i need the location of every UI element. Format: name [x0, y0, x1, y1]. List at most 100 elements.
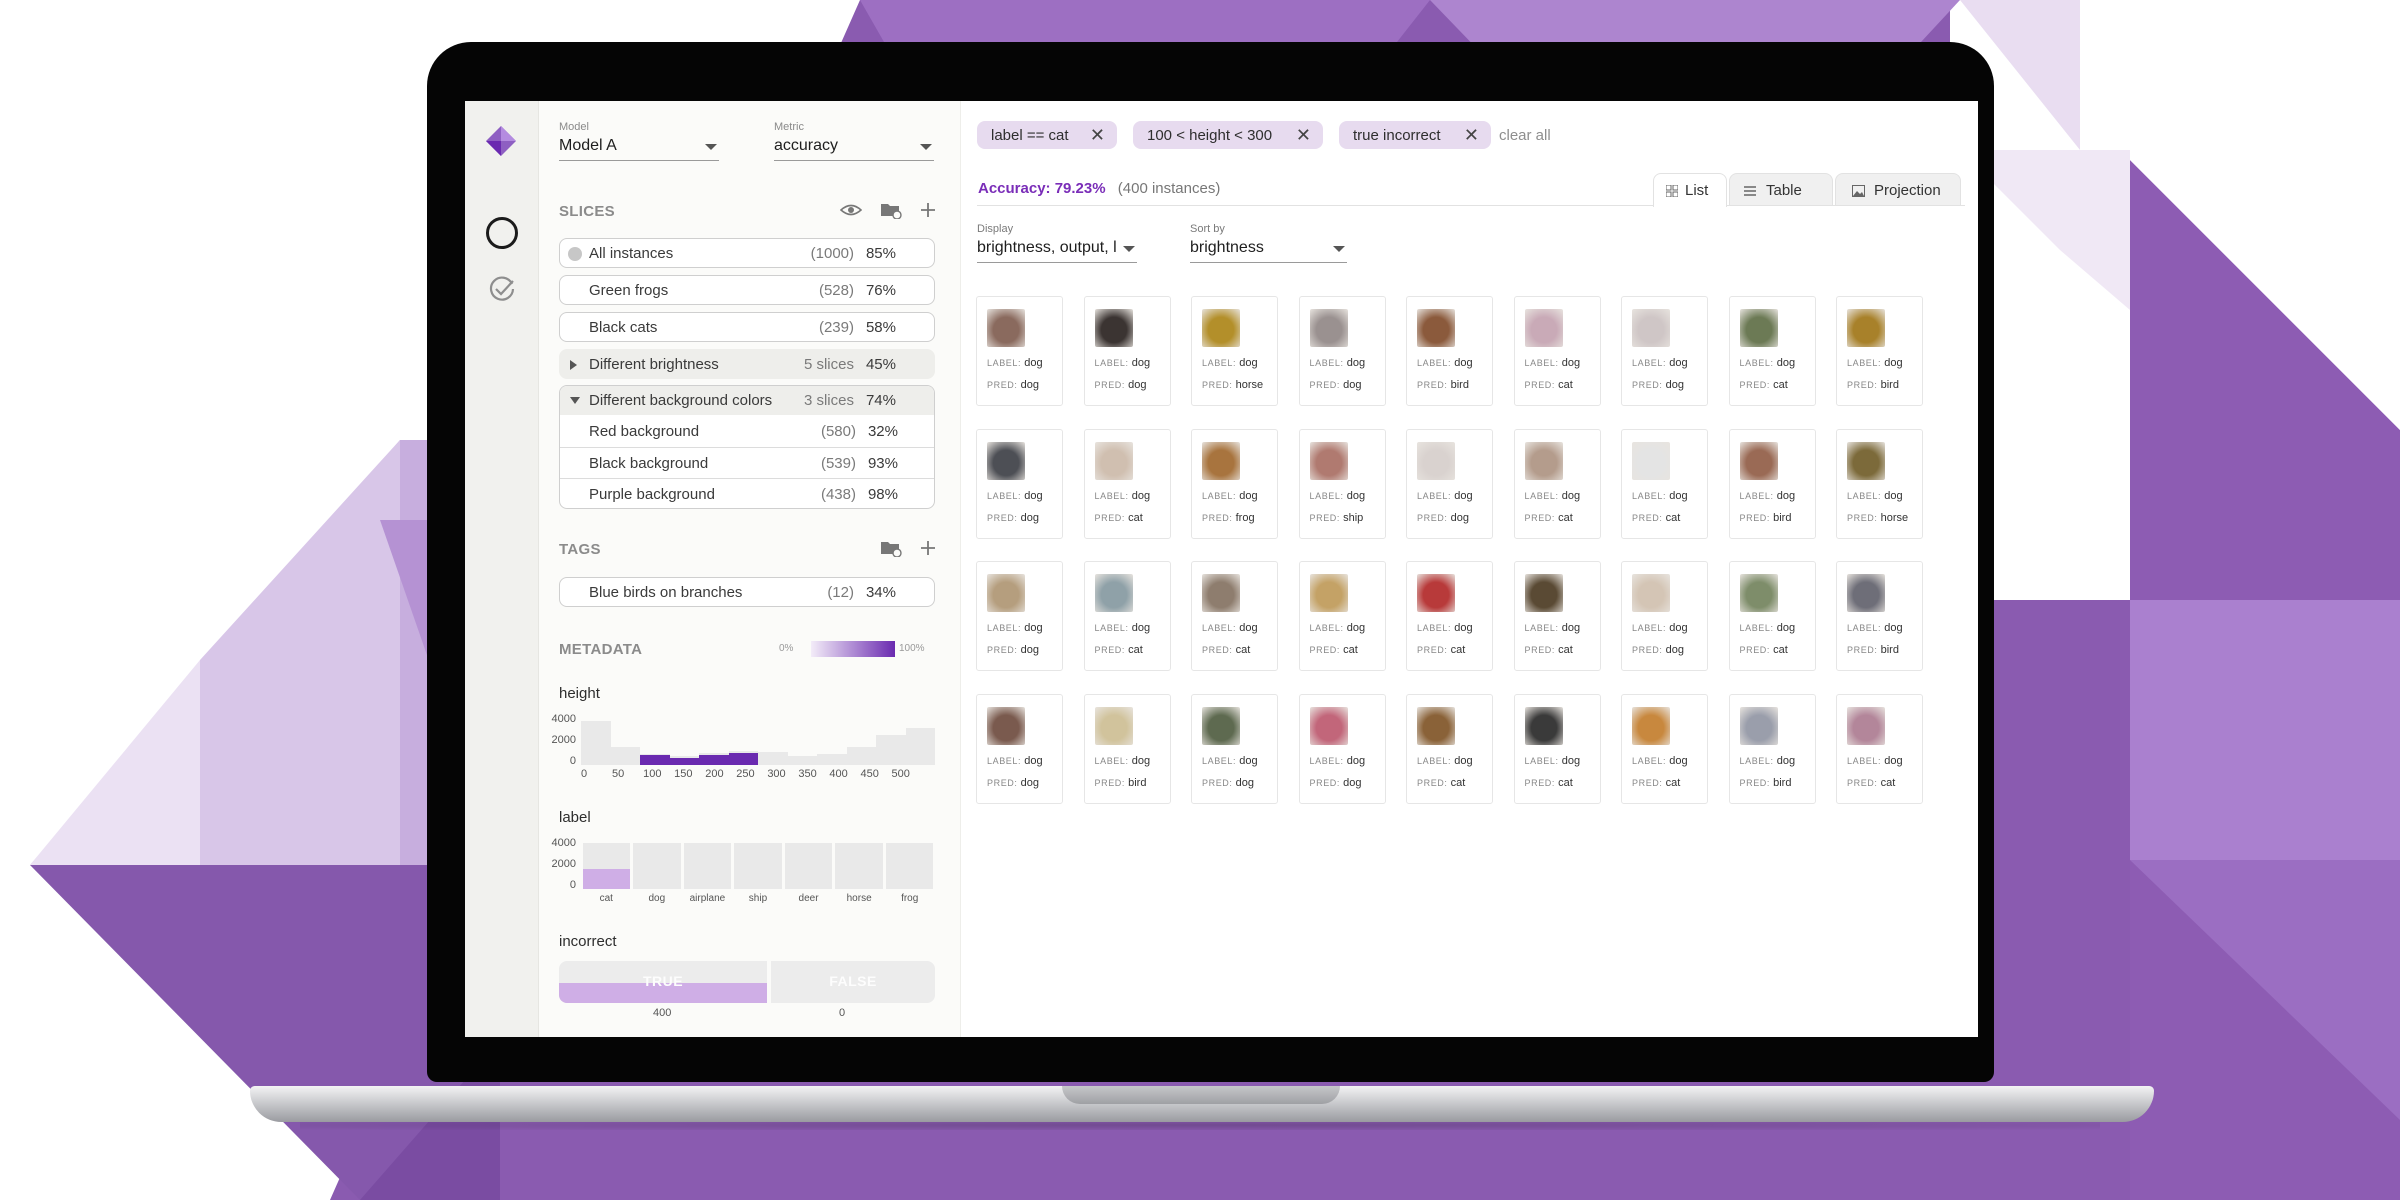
instance-thumbnail[interactable] — [987, 574, 1025, 612]
add-slice-icon[interactable] — [920, 202, 936, 218]
instance-card[interactable]: LABEL: dog PRED: horse — [1836, 428, 1923, 539]
histogram-bar[interactable] — [905, 728, 935, 765]
instance-thumbnail[interactable] — [1309, 706, 1348, 745]
instance-thumbnail[interactable] — [987, 706, 1025, 745]
instance-card[interactable]: LABEL: dog PRED: cat — [1728, 296, 1816, 406]
instance-thumbnail[interactable] — [1309, 574, 1348, 612]
instance-card[interactable]: LABEL: dog PRED: ship — [1298, 428, 1386, 539]
close-icon[interactable]: ✕ — [1090, 125, 1105, 146]
instance-thumbnail[interactable] — [1524, 574, 1563, 612]
explore-nav-icon[interactable] — [486, 217, 518, 249]
histogram-bar[interactable] — [683, 843, 732, 889]
histogram-bar[interactable] — [734, 843, 782, 889]
tag-blue-birds[interactable]: Blue birds on branches (12) 34% — [559, 577, 935, 607]
instance-thumbnail[interactable] — [1202, 706, 1240, 745]
instance-thumbnail[interactable] — [1417, 441, 1455, 480]
clear-all-link[interactable]: clear all — [1499, 127, 1551, 144]
instance-card[interactable]: LABEL: dog PRED: cat — [1406, 693, 1493, 804]
instance-card[interactable]: LABEL: dog PRED: dog — [1298, 296, 1386, 406]
instance-card[interactable]: LABEL: dog PRED: dog — [1298, 693, 1386, 804]
instance-thumbnail[interactable] — [1739, 441, 1778, 480]
instance-thumbnail[interactable] — [1094, 441, 1133, 480]
instance-card[interactable]: LABEL: dog PRED: cat — [1728, 561, 1816, 671]
instance-thumbnail[interactable] — [1417, 309, 1455, 347]
slice-green-frogs[interactable]: Green frogs (528) 76% — [559, 275, 935, 305]
histogram-bar[interactable] — [846, 747, 876, 765]
slice-all-instances[interactable]: All instances (1000) 85% — [559, 238, 935, 268]
instance-card[interactable]: LABEL: dog PRED: horse — [1191, 296, 1278, 406]
instance-thumbnail[interactable] — [1739, 574, 1778, 612]
instance-thumbnail[interactable] — [1202, 574, 1240, 612]
incorrect-false-bar[interactable]: FALSE — [771, 961, 935, 1003]
instance-card[interactable]: LABEL: dog PRED: cat — [1513, 428, 1601, 539]
sort-select[interactable]: Sort by brightness — [1190, 223, 1347, 263]
instance-card[interactable]: LABEL: dog PRED: dog — [1621, 561, 1708, 671]
folder-add-icon[interactable] — [880, 539, 902, 557]
instance-thumbnail[interactable] — [1094, 706, 1133, 745]
slice-black-cats[interactable]: Black cats (239) 58% — [559, 312, 935, 342]
instance-card[interactable]: LABEL: dog PRED: frog — [1191, 428, 1278, 539]
app-logo-icon[interactable] — [485, 125, 517, 157]
instance-card[interactable]: LABEL: dog PRED: bird — [1836, 561, 1923, 671]
filter-chip[interactable]: true incorrect ✕ — [1339, 121, 1491, 149]
histogram-bar[interactable] — [876, 735, 906, 765]
instance-thumbnail[interactable] — [1739, 309, 1778, 347]
expand-arrow-icon[interactable] — [570, 360, 577, 370]
instance-thumbnail[interactable] — [1847, 441, 1885, 480]
instance-thumbnail[interactable] — [1417, 574, 1455, 612]
instance-thumbnail[interactable] — [1739, 706, 1778, 745]
close-icon[interactable]: ✕ — [1296, 125, 1311, 146]
instance-card[interactable]: LABEL: dog PRED: dog — [976, 428, 1063, 539]
instance-thumbnail[interactable] — [1847, 706, 1885, 745]
histogram-bar[interactable] — [885, 843, 934, 889]
instance-thumbnail[interactable] — [1524, 706, 1563, 745]
folder-add-icon[interactable] — [880, 201, 902, 219]
slice-black-background[interactable]: Black background (539) 93% — [560, 447, 934, 477]
histogram-bar[interactable] — [581, 721, 611, 765]
instance-card[interactable]: LABEL: dog PRED: dog — [1406, 428, 1493, 539]
instance-thumbnail[interactable] — [1632, 574, 1670, 612]
filter-chip[interactable]: label == cat ✕ — [977, 121, 1117, 149]
instance-thumbnail[interactable] — [1309, 441, 1348, 480]
histogram-bar[interactable] — [784, 843, 833, 889]
close-icon[interactable]: ✕ — [1464, 125, 1479, 146]
filter-chip[interactable]: 100 < height < 300 ✕ — [1133, 121, 1323, 149]
eye-settings-icon[interactable] — [840, 201, 862, 219]
instance-thumbnail[interactable] — [1847, 309, 1885, 347]
slice-group-different-brightness[interactable]: Different brightness 5 slices 45% — [559, 349, 935, 379]
tab-table[interactable]: Table — [1729, 173, 1833, 206]
instance-card[interactable]: LABEL: dog PRED: dog — [1083, 296, 1171, 406]
instance-card[interactable]: LABEL: dog PRED: dog — [976, 561, 1063, 671]
instance-thumbnail[interactable] — [1094, 309, 1133, 347]
histogram-bar[interactable] — [787, 756, 817, 765]
instance-card[interactable]: LABEL: dog PRED: bird — [1728, 428, 1816, 539]
instance-card[interactable]: LABEL: dog PRED: bird — [1836, 296, 1923, 406]
instance-thumbnail[interactable] — [1524, 441, 1563, 480]
instance-card[interactable]: LABEL: dog PRED: bird — [1083, 693, 1171, 804]
tab-list[interactable]: List — [1653, 173, 1727, 207]
instance-thumbnail[interactable] — [1524, 309, 1563, 347]
metric-select[interactable]: Metric accuracy — [774, 121, 934, 161]
instance-thumbnail[interactable] — [1632, 309, 1670, 347]
instance-thumbnail[interactable] — [1417, 706, 1455, 745]
histogram-bar[interactable] — [758, 752, 788, 765]
instance-card[interactable]: LABEL: dog PRED: cat — [1513, 296, 1601, 406]
tab-projection[interactable]: Projection — [1835, 173, 1961, 206]
instance-thumbnail[interactable] — [1309, 309, 1348, 347]
histogram-bar[interactable] — [835, 843, 883, 889]
instance-thumbnail[interactable] — [1202, 441, 1240, 480]
instance-card[interactable]: LABEL: dog PRED: cat — [1621, 693, 1708, 804]
instance-card[interactable]: LABEL: dog PRED: cat — [1298, 561, 1386, 671]
histogram-bar[interactable] — [633, 843, 681, 889]
instance-card[interactable]: LABEL: dog PRED: cat — [1621, 428, 1708, 539]
instance-card[interactable]: LABEL: dog PRED: cat — [1406, 561, 1493, 671]
instance-thumbnail[interactable] — [987, 309, 1025, 347]
instance-thumbnail[interactable] — [987, 441, 1025, 480]
instance-card[interactable]: LABEL: dog PRED: cat — [1836, 693, 1923, 804]
instance-thumbnail[interactable] — [1094, 574, 1133, 612]
instance-card[interactable]: LABEL: dog PRED: dog — [976, 296, 1063, 406]
instance-card[interactable]: LABEL: dog PRED: bird — [1406, 296, 1493, 406]
instance-card[interactable]: LABEL: dog PRED: dog — [1191, 693, 1278, 804]
instance-thumbnail[interactable] — [1202, 309, 1240, 347]
instance-card[interactable]: LABEL: dog PRED: cat — [1083, 428, 1171, 539]
